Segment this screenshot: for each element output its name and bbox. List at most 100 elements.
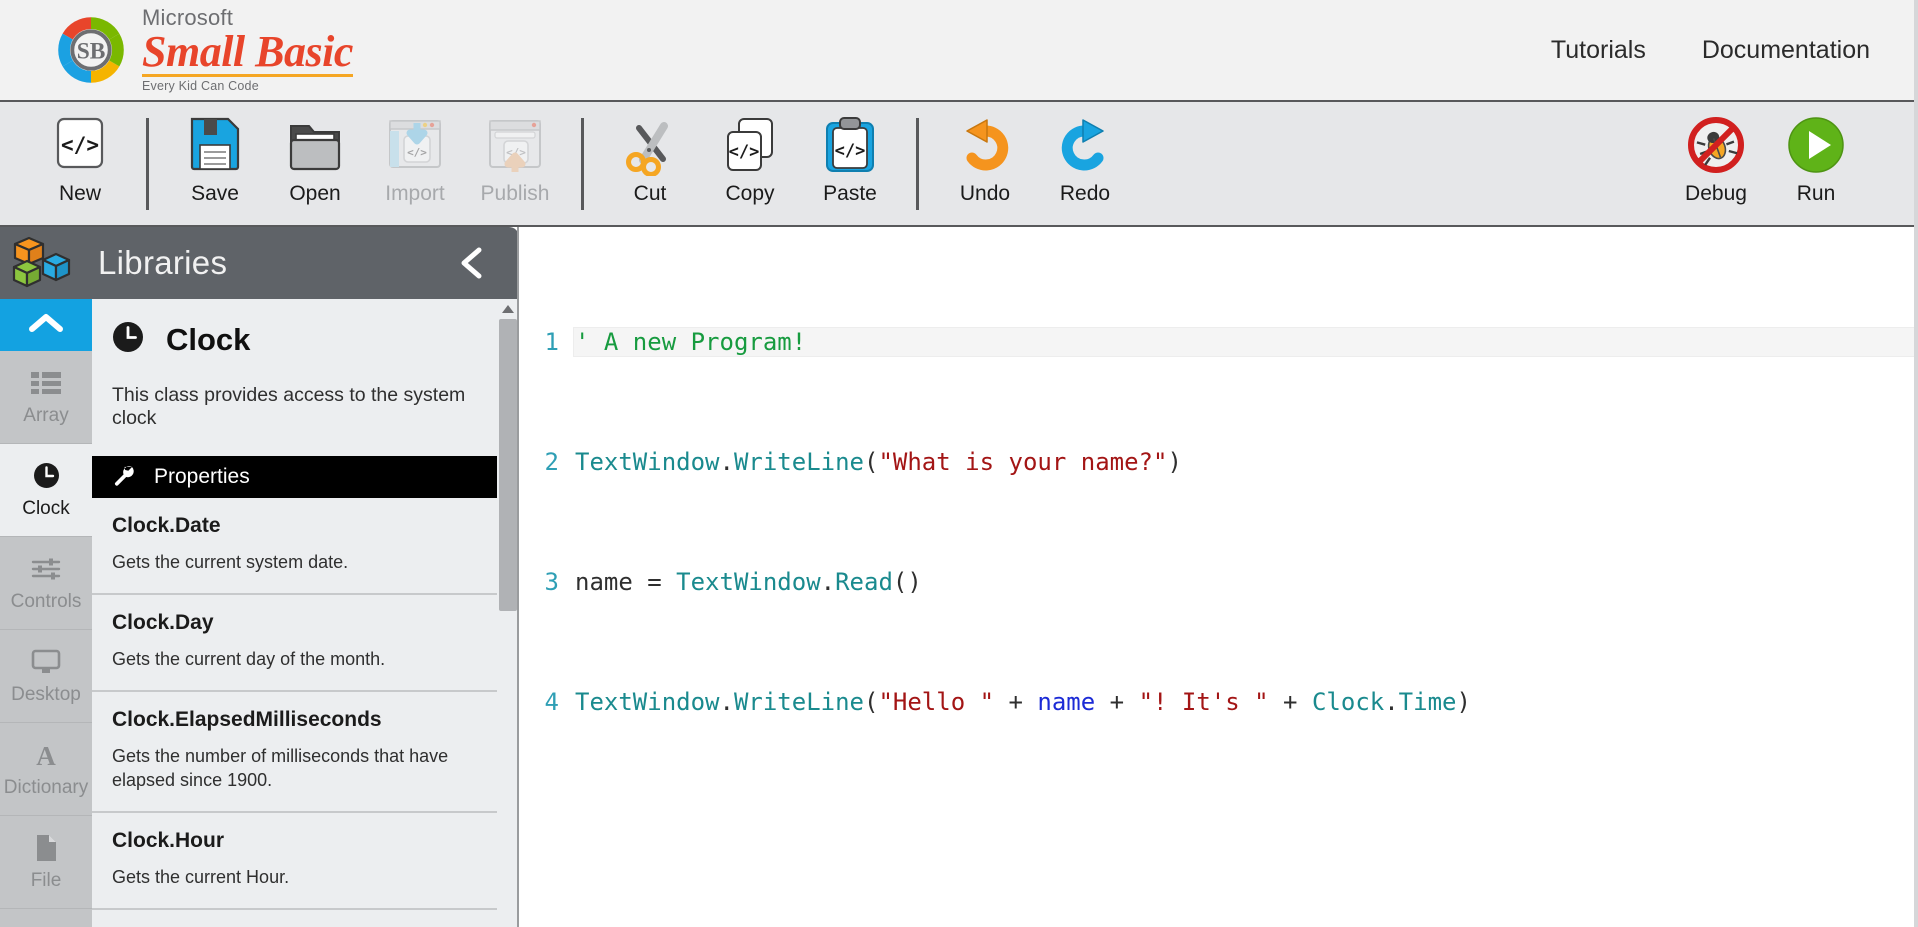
code-token: WriteLine bbox=[733, 688, 864, 716]
svg-text:SB: SB bbox=[77, 39, 106, 65]
sidebar-item-file-label: File bbox=[30, 869, 62, 891]
list-item[interactable]: Clock.Date Gets the current system date. bbox=[92, 498, 519, 595]
nav-documentation-link[interactable]: Documentation bbox=[1702, 36, 1870, 65]
member-description: Gets the current Hour. bbox=[112, 866, 290, 887]
member-description: Gets the current day of the month. bbox=[112, 648, 386, 669]
code-token: name bbox=[1037, 688, 1096, 716]
member-name: Clock.Day bbox=[112, 610, 214, 634]
debug-button[interactable]: Debug bbox=[1666, 114, 1766, 206]
floppy-disk-icon bbox=[184, 114, 246, 176]
svg-text:</>: </> bbox=[835, 141, 866, 161]
redo-button[interactable]: Redo bbox=[1035, 114, 1135, 206]
publish-button[interactable]: </> Publish bbox=[465, 114, 565, 206]
class-header: Clock This class provides access to the … bbox=[92, 299, 519, 456]
code-token: Read bbox=[835, 568, 893, 596]
code-token: ) bbox=[1167, 448, 1182, 476]
code-token: + bbox=[994, 688, 1038, 716]
undo-button-label: Undo bbox=[959, 182, 1011, 205]
class-detail-list: Clock This class provides access to the … bbox=[92, 299, 519, 927]
new-button[interactable]: </> New bbox=[30, 114, 130, 206]
monitor-icon bbox=[31, 647, 61, 677]
line-content[interactable]: TextWindow.WriteLine("Hello " + name + "… bbox=[573, 687, 1918, 717]
brand-tagline-text: Every Kid Can Code bbox=[142, 78, 259, 93]
line-number: 1 bbox=[544, 328, 559, 356]
code-token: ( bbox=[864, 448, 879, 476]
sidebar-item-clock[interactable]: Clock bbox=[0, 444, 92, 537]
rail-scroll-up-button[interactable] bbox=[0, 299, 92, 351]
class-title: Clock bbox=[166, 321, 251, 357]
toolbar-right-group: Debug Run bbox=[1666, 102, 1918, 206]
redo-button-label: Redo bbox=[1059, 182, 1111, 205]
nav-tutorials-link[interactable]: Tutorials bbox=[1551, 36, 1646, 65]
sliders-icon bbox=[31, 554, 61, 584]
open-button[interactable]: Open bbox=[265, 114, 365, 206]
line-content[interactable]: ' A new Program! bbox=[573, 327, 1918, 357]
code-content[interactable]: 1 ' A new Program! 2 TextWindow.WriteLin… bbox=[521, 227, 1918, 807]
redo-arrow-icon bbox=[1054, 114, 1116, 176]
code-file-icon: </> bbox=[49, 114, 111, 176]
svg-text:</>: </> bbox=[729, 142, 760, 162]
libraries-panel-title: Libraries bbox=[98, 244, 228, 281]
svg-text:</>: </> bbox=[407, 146, 427, 159]
toolbar-divider bbox=[581, 118, 584, 210]
header-nav: Tutorials Documentation bbox=[1551, 36, 1870, 65]
sidebar-item-dictionary[interactable]: A Dictionary bbox=[0, 723, 92, 816]
scroll-up-arrow-icon[interactable] bbox=[497, 299, 519, 319]
scrollbar-thumb[interactable] bbox=[499, 319, 517, 611]
import-icon: </> bbox=[384, 114, 446, 176]
cut-button-label: Cut bbox=[633, 182, 667, 205]
properties-section-header[interactable]: Properties bbox=[92, 456, 519, 498]
sidebar-item-array-label: Array bbox=[23, 404, 69, 426]
line-number: 3 bbox=[544, 568, 559, 596]
play-icon bbox=[1785, 114, 1847, 176]
open-button-label: Open bbox=[289, 182, 341, 205]
scissors-icon bbox=[619, 114, 681, 177]
list-item[interactable]: Clock.Hour Gets the current Hour. bbox=[92, 813, 519, 910]
sidebar-item-array[interactable]: Array bbox=[0, 351, 92, 444]
code-token: "! It's " bbox=[1138, 688, 1269, 716]
line-content[interactable]: name = TextWindow.Read() bbox=[573, 567, 1918, 597]
brand-microsoft-text: Microsoft bbox=[142, 5, 234, 31]
libraries-scrollbar[interactable] bbox=[497, 299, 519, 927]
code-line[interactable]: 1 ' A new Program! bbox=[521, 327, 1918, 357]
paste-button[interactable]: </> Paste bbox=[800, 114, 900, 206]
bug-disabled-icon bbox=[1685, 114, 1747, 176]
debug-button-label: Debug bbox=[1685, 182, 1747, 205]
code-editor[interactable]: 1 ' A new Program! 2 TextWindow.WriteLin… bbox=[521, 227, 1918, 927]
list-item[interactable]: Clock.Day Gets the current day of the mo… bbox=[92, 595, 519, 692]
class-description: This class provides access to the system… bbox=[112, 384, 466, 429]
properties-section-label: Properties bbox=[154, 465, 250, 488]
sidebar-item-clock-label: Clock bbox=[22, 497, 70, 519]
code-line[interactable]: 2 TextWindow.WriteLine("What is your nam… bbox=[521, 447, 1918, 477]
code-line[interactable]: 3 name = TextWindow.Read() bbox=[521, 567, 1918, 597]
document-icon bbox=[34, 833, 58, 863]
code-token: + bbox=[1095, 688, 1139, 716]
main-toolbar: </> New Save Open </> Import </> Publish… bbox=[0, 100, 1918, 227]
member-name: Clock.Hour bbox=[112, 828, 225, 852]
sidebar-item-desktop[interactable]: Desktop bbox=[0, 630, 92, 723]
small-basic-logo-icon: SB bbox=[52, 11, 130, 89]
line-content[interactable]: TextWindow.WriteLine("What is your name?… bbox=[573, 447, 1918, 477]
app-header: SB Microsoft Small Basic Every Kid Can C… bbox=[0, 0, 1918, 100]
code-token: name bbox=[575, 568, 633, 596]
code-token: TextWindow bbox=[676, 568, 821, 596]
sidebar-item-file[interactable]: File bbox=[0, 816, 92, 909]
class-title-row: Clock bbox=[112, 321, 519, 358]
run-button[interactable]: Run bbox=[1766, 114, 1866, 206]
chevron-up-icon bbox=[26, 310, 66, 341]
code-token: . bbox=[719, 688, 734, 716]
code-line[interactable]: 4 TextWindow.WriteLine("Hello " + name +… bbox=[521, 687, 1918, 717]
sidebar-item-controls[interactable]: Controls bbox=[0, 537, 92, 630]
save-button[interactable]: Save bbox=[165, 114, 265, 206]
import-button[interactable]: </> Import bbox=[365, 114, 465, 206]
cut-button[interactable]: Cut bbox=[600, 114, 700, 206]
grid-list-icon bbox=[31, 368, 61, 398]
code-token: ( bbox=[864, 688, 879, 716]
code-token: ' A new Program! bbox=[575, 328, 807, 356]
chevron-left-icon[interactable] bbox=[455, 243, 489, 283]
list-item[interactable]: Clock.ElapsedMilliseconds Gets the numbe… bbox=[92, 692, 519, 813]
copy-button[interactable]: </> Copy bbox=[700, 114, 800, 206]
undo-button[interactable]: Undo bbox=[935, 114, 1035, 206]
code-token: WriteLine bbox=[733, 448, 864, 476]
sidebar-item-controls-label: Controls bbox=[10, 590, 82, 612]
